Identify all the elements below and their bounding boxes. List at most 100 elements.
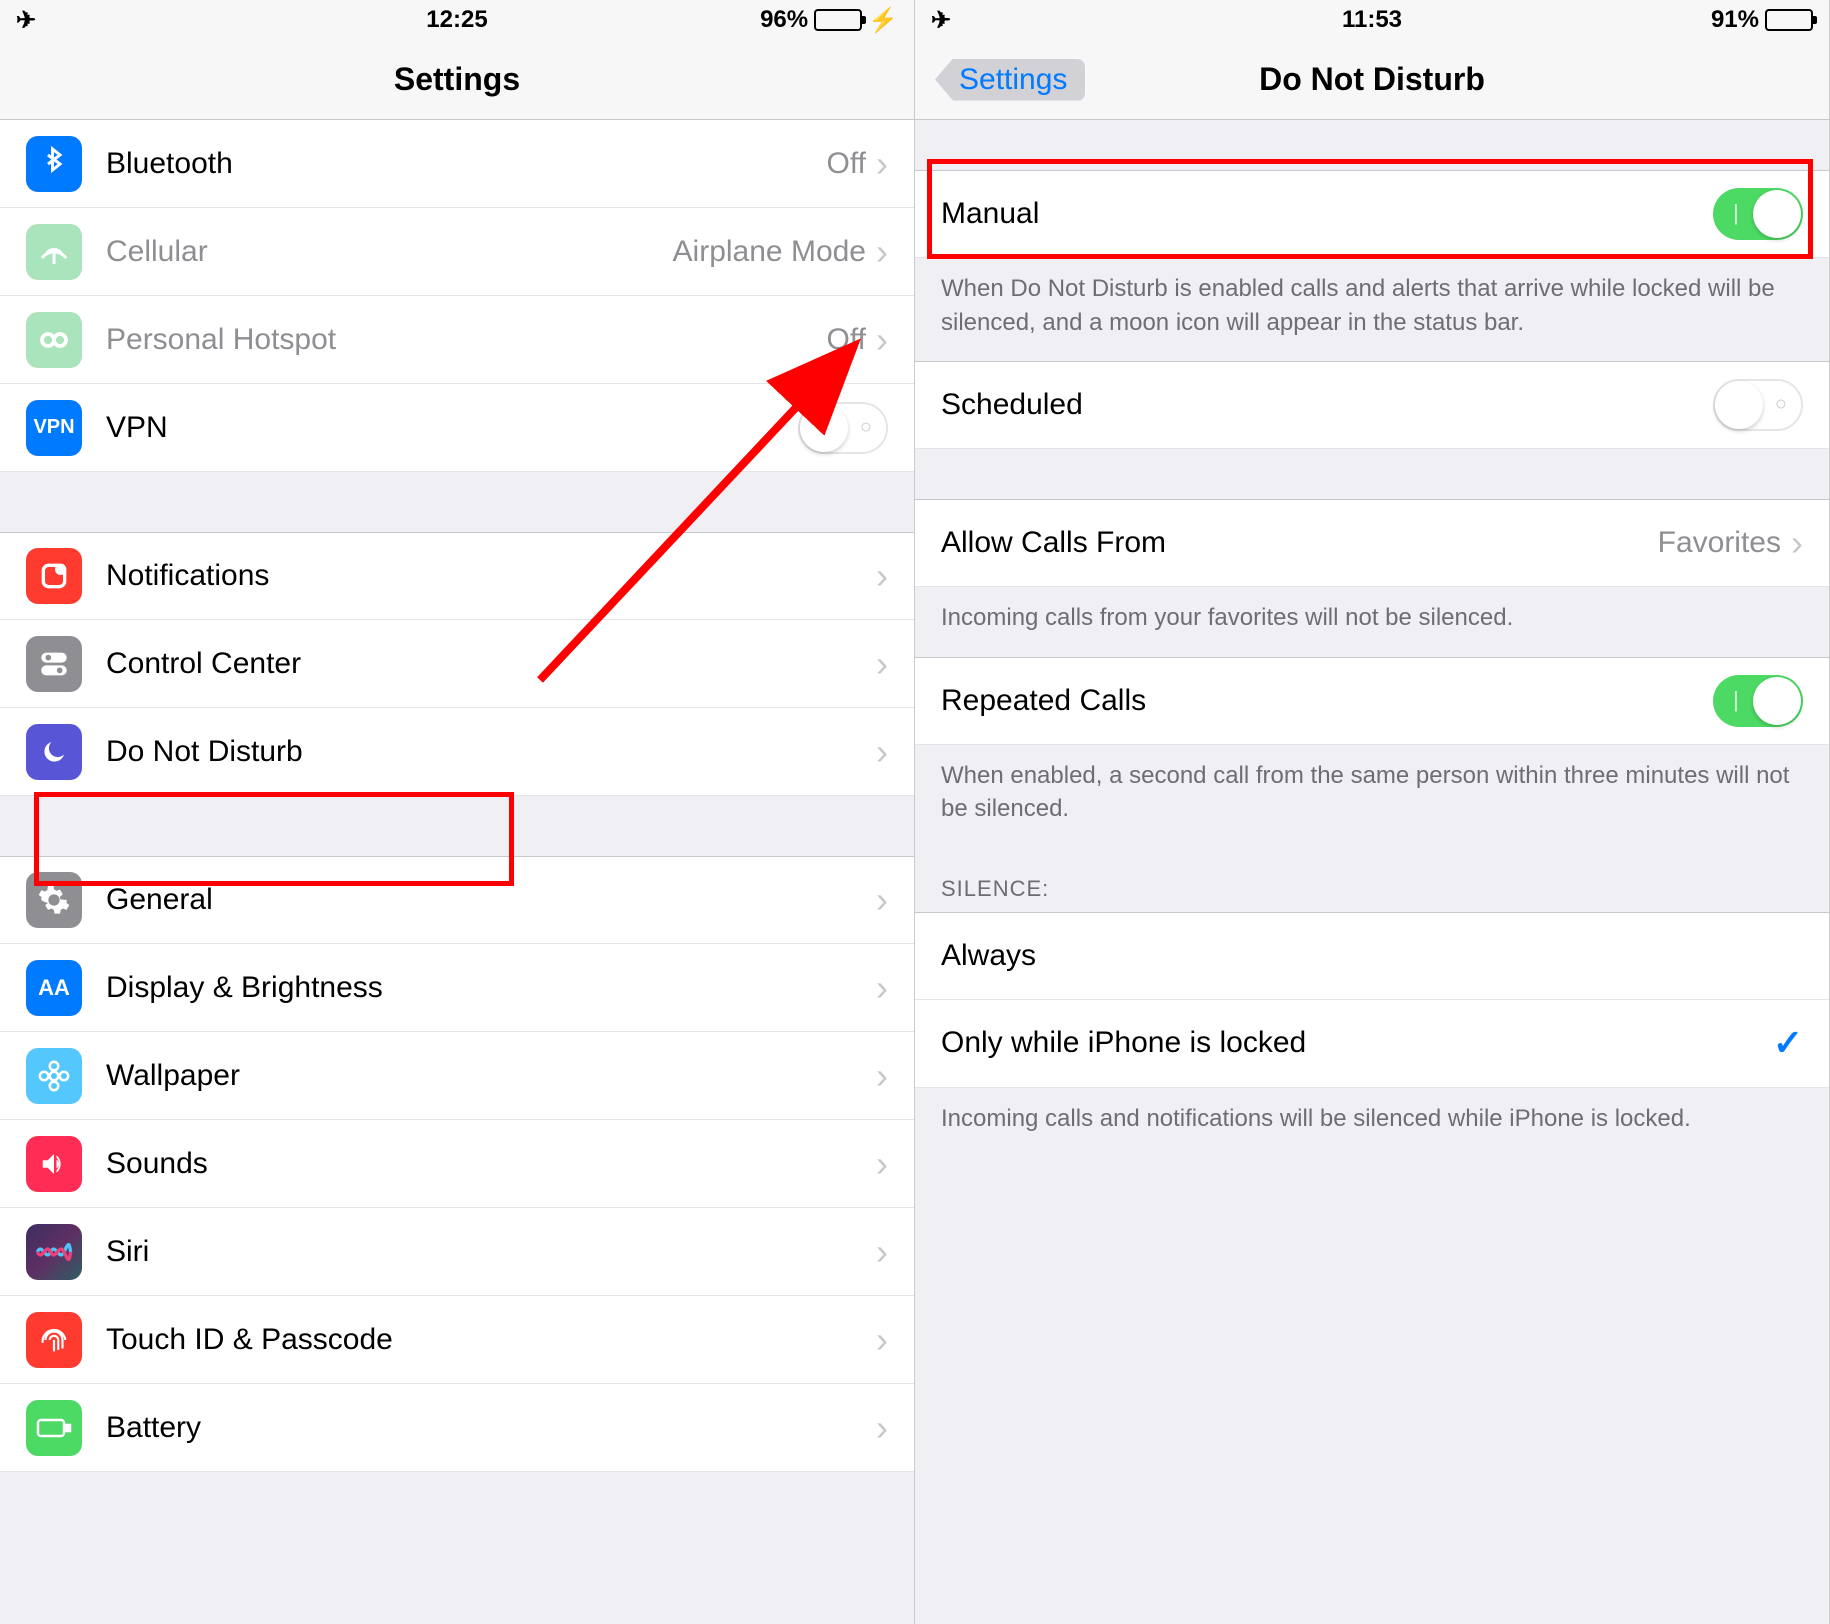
row-do-not-disturb[interactable]: Do Not Disturb ›: [0, 708, 914, 796]
settings-screen: ✈ 12:25 96% ⚡ Settings Bluetooth Off › C…: [0, 0, 915, 1624]
row-value: Favorites: [1658, 526, 1781, 560]
charging-icon: ⚡: [868, 6, 898, 35]
status-bar: ✈ 12:25 96% ⚡: [0, 0, 914, 40]
row-repeated-calls[interactable]: Repeated Calls: [915, 657, 1829, 745]
row-label: Do Not Disturb: [106, 735, 876, 769]
row-vpn[interactable]: VPN VPN: [0, 384, 914, 472]
nav-bar: Settings Do Not Disturb: [915, 40, 1829, 120]
row-label: Manual: [941, 197, 1713, 231]
battery-icon: [814, 9, 862, 31]
chevron-right-icon: ›: [876, 731, 888, 773]
row-value: Off: [827, 323, 866, 357]
row-value: Off: [827, 147, 866, 181]
row-control-center[interactable]: Control Center ›: [0, 620, 914, 708]
chevron-right-icon: ›: [876, 1407, 888, 1449]
battery-pct: 96%: [760, 6, 808, 34]
row-hotspot[interactable]: Personal Hotspot Off ›: [0, 296, 914, 384]
row-label: Notifications: [106, 559, 876, 593]
vpn-icon: VPN: [26, 400, 82, 456]
row-silence-locked[interactable]: Only while iPhone is locked ✓: [915, 1000, 1829, 1088]
status-bar: ✈ 11:53 91%: [915, 0, 1829, 40]
row-label: Only while iPhone is locked: [941, 1026, 1773, 1060]
chevron-right-icon: ›: [876, 1319, 888, 1361]
nav-bar: Settings: [0, 40, 914, 120]
row-sounds[interactable]: Sounds ›: [0, 1120, 914, 1208]
row-label: Personal Hotspot: [106, 323, 827, 357]
row-notifications[interactable]: Notifications ›: [0, 532, 914, 620]
page-title: Settings: [394, 61, 520, 98]
manual-toggle[interactable]: [1713, 188, 1803, 240]
row-label: Wallpaper: [106, 1059, 876, 1093]
dnd-screen: ✈ 11:53 91% Settings Do Not Disturb Manu…: [915, 0, 1830, 1624]
cellular-icon: [26, 224, 82, 280]
row-label: Siri: [106, 1235, 876, 1269]
row-label: Bluetooth: [106, 147, 827, 181]
row-wallpaper[interactable]: Wallpaper ›: [0, 1032, 914, 1120]
row-label: Touch ID & Passcode: [106, 1323, 876, 1357]
page-title: Do Not Disturb: [1259, 61, 1485, 98]
row-allow-calls[interactable]: Allow Calls From Favorites ›: [915, 499, 1829, 587]
hotspot-icon: [26, 312, 82, 368]
chevron-right-icon: ›: [1791, 522, 1803, 564]
checkmark-icon: ✓: [1773, 1022, 1803, 1064]
chevron-right-icon: ›: [876, 231, 888, 273]
row-label: VPN: [106, 411, 798, 445]
repeated-footer: When enabled, a second call from the sam…: [915, 745, 1829, 848]
wallpaper-icon: [26, 1048, 82, 1104]
allow-calls-footer: Incoming calls from your favorites will …: [915, 587, 1829, 657]
chevron-right-icon: ›: [876, 967, 888, 1009]
row-bluetooth[interactable]: Bluetooth Off ›: [0, 120, 914, 208]
row-label: Allow Calls From: [941, 526, 1658, 560]
row-label: Scheduled: [941, 388, 1713, 422]
status-time: 12:25: [426, 6, 487, 34]
display-icon: AA: [26, 960, 82, 1016]
chevron-right-icon: ›: [876, 143, 888, 185]
manual-footer: When Do Not Disturb is enabled calls and…: [915, 258, 1829, 361]
row-battery[interactable]: Battery ›: [0, 1384, 914, 1472]
row-scheduled[interactable]: Scheduled: [915, 361, 1829, 449]
row-siri[interactable]: Siri ›: [0, 1208, 914, 1296]
row-display[interactable]: AA Display & Brightness ›: [0, 944, 914, 1032]
airplane-icon: ✈: [931, 6, 951, 35]
silence-footer: Incoming calls and notifications will be…: [915, 1088, 1829, 1158]
control-center-icon: [26, 636, 82, 692]
row-manual[interactable]: Manual: [915, 170, 1829, 258]
row-value: Airplane Mode: [673, 235, 866, 269]
chevron-right-icon: ›: [876, 643, 888, 685]
row-touchid[interactable]: Touch ID & Passcode ›: [0, 1296, 914, 1384]
row-label: Battery: [106, 1411, 876, 1445]
moon-icon: [26, 724, 82, 780]
bluetooth-icon: [26, 136, 82, 192]
row-general[interactable]: General ›: [0, 856, 914, 944]
siri-icon: [26, 1224, 82, 1280]
row-label: Sounds: [106, 1147, 876, 1181]
row-label: Control Center: [106, 647, 876, 681]
scheduled-toggle[interactable]: [1713, 379, 1803, 431]
row-label: Cellular: [106, 235, 673, 269]
chevron-right-icon: ›: [876, 879, 888, 921]
gear-icon: [26, 872, 82, 928]
battery-icon: [1765, 9, 1813, 31]
notifications-icon: [26, 548, 82, 604]
battery-row-icon: [26, 1400, 82, 1456]
repeated-toggle[interactable]: [1713, 675, 1803, 727]
row-label: Display & Brightness: [106, 971, 876, 1005]
fingerprint-icon: [26, 1312, 82, 1368]
back-button[interactable]: Settings: [935, 59, 1085, 101]
sounds-icon: [26, 1136, 82, 1192]
battery-pct: 91%: [1711, 6, 1759, 34]
airplane-icon: ✈: [16, 6, 36, 35]
row-label: Always: [941, 939, 1803, 973]
silence-header: SILENCE:: [915, 848, 1829, 912]
chevron-right-icon: ›: [876, 1055, 888, 1097]
chevron-right-icon: ›: [876, 1231, 888, 1273]
row-cellular[interactable]: Cellular Airplane Mode ›: [0, 208, 914, 296]
status-time: 11:53: [1342, 6, 1402, 34]
row-silence-always[interactable]: Always: [915, 912, 1829, 1000]
vpn-toggle[interactable]: [798, 402, 888, 454]
chevron-right-icon: ›: [876, 555, 888, 597]
chevron-right-icon: ›: [876, 1143, 888, 1185]
row-label: Repeated Calls: [941, 684, 1713, 718]
row-label: General: [106, 883, 876, 917]
chevron-right-icon: ›: [876, 319, 888, 361]
